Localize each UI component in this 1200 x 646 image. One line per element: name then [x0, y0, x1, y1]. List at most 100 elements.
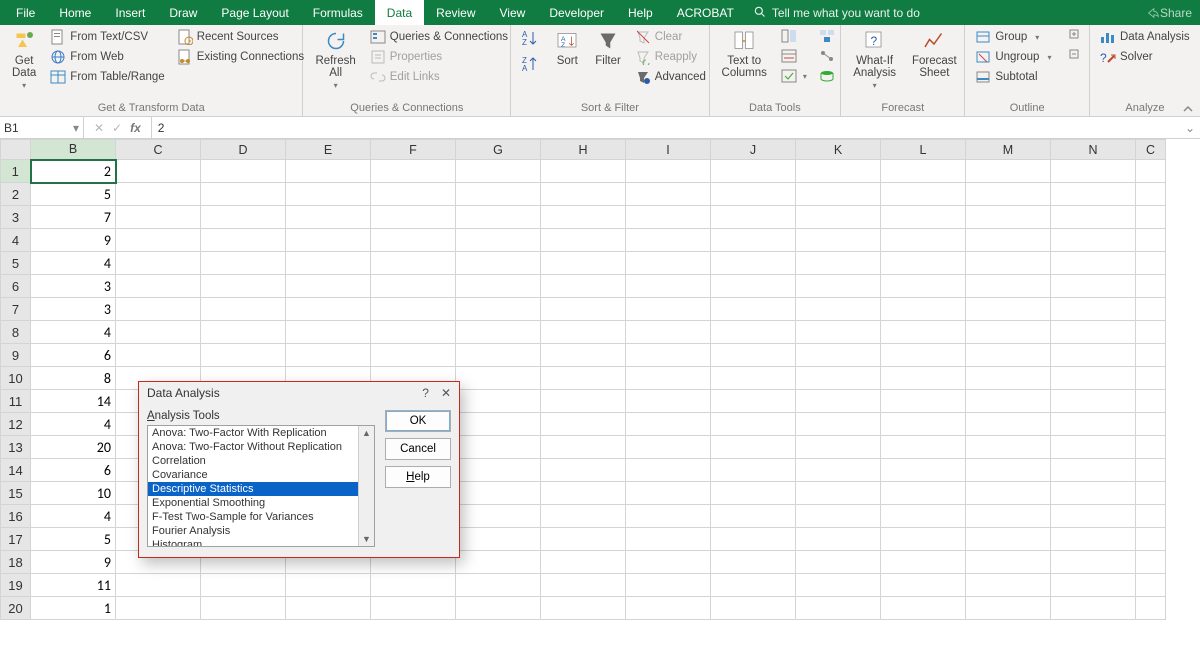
cell[interactable] — [1136, 160, 1166, 183]
cell[interactable] — [711, 528, 796, 551]
cell[interactable] — [116, 183, 201, 206]
help-button[interactable]: Help — [385, 466, 451, 488]
cell[interactable] — [626, 528, 711, 551]
refresh-all-button[interactable]: Refresh All ▾ — [309, 27, 361, 92]
cell[interactable] — [541, 390, 626, 413]
cell[interactable] — [796, 344, 881, 367]
cell[interactable] — [796, 206, 881, 229]
cell[interactable] — [966, 390, 1051, 413]
cell[interactable] — [626, 183, 711, 206]
cell[interactable] — [796, 574, 881, 597]
insert-function-icon[interactable]: fx — [130, 121, 141, 135]
cell[interactable] — [456, 574, 541, 597]
cell[interactable] — [1136, 321, 1166, 344]
share-button[interactable]: Share — [1146, 0, 1192, 25]
column-header[interactable]: J — [711, 140, 796, 160]
cell[interactable] — [966, 574, 1051, 597]
consolidate-button[interactable] — [815, 27, 839, 45]
cell[interactable]: 8 — [31, 367, 116, 390]
cell[interactable] — [626, 390, 711, 413]
row-header[interactable]: 6 — [1, 275, 31, 298]
expand-formula-bar-button[interactable]: ⌄ — [1180, 121, 1200, 135]
cell[interactable] — [881, 252, 966, 275]
cell[interactable] — [966, 367, 1051, 390]
cell[interactable]: 2 — [31, 160, 116, 183]
cell[interactable] — [286, 275, 371, 298]
cell[interactable]: 7 — [31, 206, 116, 229]
tell-me-search[interactable]: Tell me what you want to do — [754, 6, 920, 20]
cell[interactable] — [711, 160, 796, 183]
cell[interactable] — [796, 229, 881, 252]
cell[interactable] — [541, 505, 626, 528]
cell[interactable] — [881, 413, 966, 436]
cell[interactable] — [796, 436, 881, 459]
cell[interactable] — [711, 275, 796, 298]
cell[interactable] — [371, 206, 456, 229]
cell[interactable] — [1136, 206, 1166, 229]
cell[interactable] — [1051, 321, 1136, 344]
cell[interactable]: 3 — [31, 298, 116, 321]
cell[interactable] — [1136, 183, 1166, 206]
cell[interactable] — [626, 321, 711, 344]
cell[interactable] — [626, 459, 711, 482]
data-validation-button[interactable]: ▾ — [777, 67, 811, 85]
formula-input[interactable]: 2 — [152, 121, 1180, 135]
cell[interactable] — [966, 160, 1051, 183]
relationships-button[interactable] — [815, 47, 839, 65]
from-table-range-button[interactable]: From Table/Range — [46, 67, 168, 87]
cell[interactable] — [116, 252, 201, 275]
collapse-ribbon-button[interactable] — [1182, 103, 1194, 115]
cell[interactable] — [541, 206, 626, 229]
cell[interactable] — [541, 252, 626, 275]
cell[interactable] — [966, 505, 1051, 528]
column-header[interactable]: N — [1051, 140, 1136, 160]
analysis-tool-item[interactable]: Covariance — [148, 468, 358, 482]
column-header[interactable]: L — [881, 140, 966, 160]
cell[interactable] — [796, 321, 881, 344]
cell[interactable] — [711, 252, 796, 275]
tab-help[interactable]: Help — [616, 0, 665, 25]
cell[interactable] — [881, 551, 966, 574]
cell[interactable] — [626, 229, 711, 252]
row-header[interactable]: 9 — [1, 344, 31, 367]
recent-sources-button[interactable]: Recent Sources — [173, 27, 308, 47]
cell[interactable] — [881, 505, 966, 528]
cell[interactable] — [201, 344, 286, 367]
cell[interactable] — [456, 344, 541, 367]
row-header[interactable]: 7 — [1, 298, 31, 321]
cell[interactable] — [541, 459, 626, 482]
queries-connections-button[interactable]: Queries & Connections — [366, 27, 512, 47]
cell[interactable] — [626, 344, 711, 367]
cell[interactable]: 3 — [31, 275, 116, 298]
cell[interactable]: 10 — [31, 482, 116, 505]
cell[interactable] — [711, 597, 796, 620]
scroll-up-icon[interactable]: ▲ — [362, 428, 371, 438]
hide-detail-button[interactable] — [1065, 47, 1087, 63]
show-detail-button[interactable] — [1065, 27, 1087, 43]
row-header[interactable]: 17 — [1, 528, 31, 551]
cell[interactable] — [541, 482, 626, 505]
from-web-button[interactable]: From Web — [46, 47, 168, 67]
sort-button[interactable]: AZ Sort — [549, 27, 585, 69]
cell[interactable] — [1051, 183, 1136, 206]
cell[interactable] — [966, 206, 1051, 229]
cell[interactable] — [1051, 597, 1136, 620]
cell[interactable]: 1 — [31, 597, 116, 620]
analysis-tool-item[interactable]: Histogram — [148, 538, 358, 546]
cell[interactable] — [796, 183, 881, 206]
cell[interactable] — [711, 229, 796, 252]
tab-home[interactable]: Home — [47, 0, 103, 25]
cell[interactable] — [881, 298, 966, 321]
cell[interactable] — [711, 436, 796, 459]
cell[interactable] — [286, 252, 371, 275]
cell[interactable] — [966, 183, 1051, 206]
cell[interactable] — [456, 252, 541, 275]
cell[interactable] — [1051, 160, 1136, 183]
cell[interactable] — [881, 206, 966, 229]
cell[interactable] — [456, 229, 541, 252]
cell[interactable] — [626, 574, 711, 597]
cell[interactable]: 11 — [31, 574, 116, 597]
what-if-analysis-button[interactable]: ? What-If Analysis ▾ — [847, 27, 902, 92]
cell[interactable] — [1051, 482, 1136, 505]
properties-button[interactable]: Properties — [366, 47, 512, 67]
